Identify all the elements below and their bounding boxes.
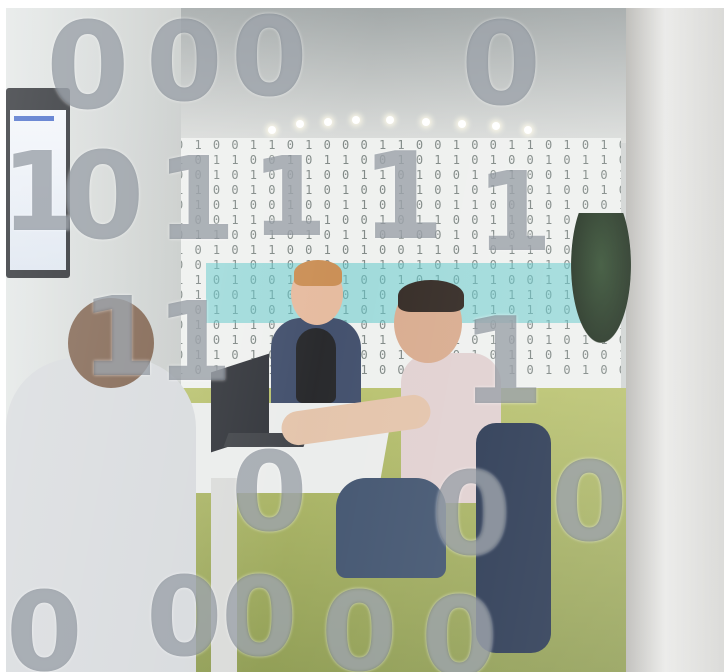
glass-digit-zero: 0 [231,8,308,121]
glass-digit-one: 1 [361,128,445,267]
glass-digit-zero: 0 [231,428,308,556]
glass-digit-zero: 0 [6,568,83,672]
glass-digit-zero: 0 [551,438,628,566]
glass-digit-zero: 0 [421,573,498,672]
glass-digit-one: 1 [156,278,233,406]
glass-digit-zero: 0 [321,568,398,672]
glass-digit-zero: 0 [146,8,223,126]
glass-digit-zero: 0 [461,8,542,132]
glass-digit-zero: 0 [61,128,145,267]
glass-digit-zero: 0 [146,553,223,672]
glass-digit-zero: 0 [431,448,512,582]
glass-digit-one: 1 [251,133,328,261]
glass-digit-one: 1 [461,293,545,432]
glass-digit-zero: 0 [221,553,298,672]
glass-digit-zero: 0 [46,8,130,137]
glass-digit-one: 1 [156,133,237,267]
glass-digit-one: 1 [81,273,158,401]
glass-digit-one: 1 [476,148,553,276]
office-photo: 0 1 0 0 1 1 0 1 0 0 0 1 1 0 0 1 0 0 1 1 … [6,8,724,672]
